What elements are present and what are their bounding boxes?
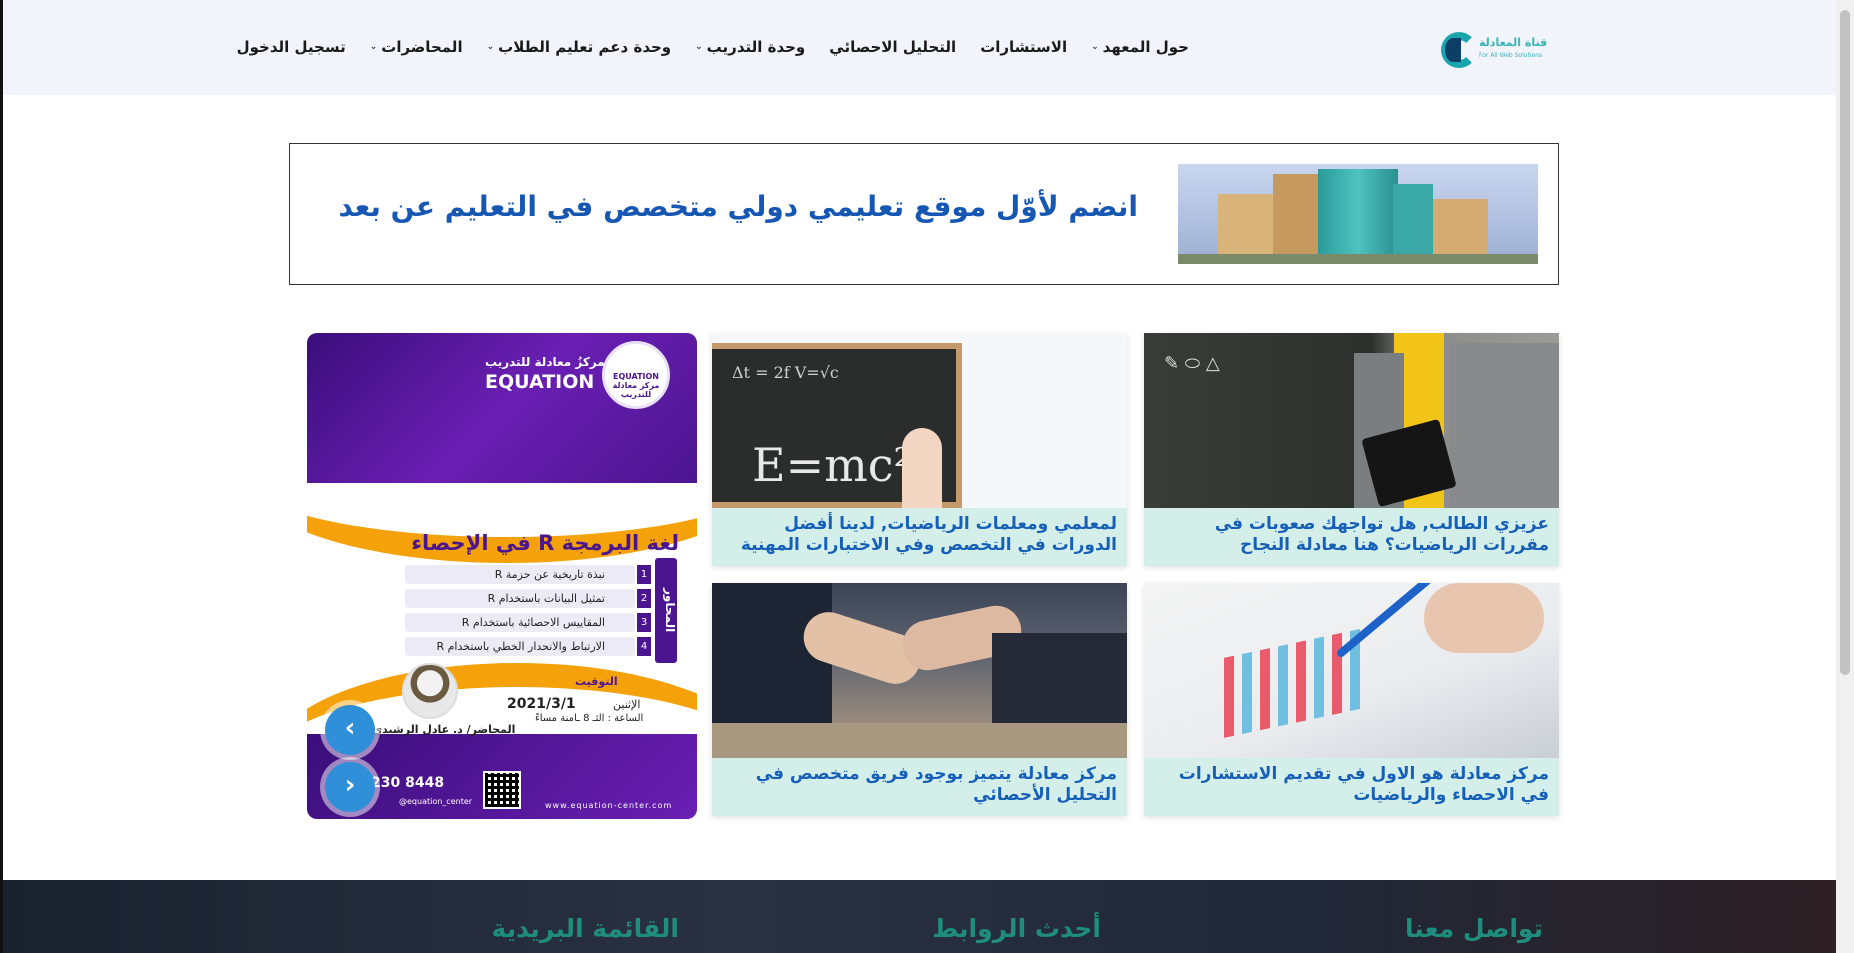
logo-text: قناة المعادلة (1479, 36, 1548, 49)
nav-login-label: تسجيل الدخول (236, 38, 346, 56)
site-header: قناة المعادلة For All Web Solutions حول … (3, 0, 1839, 95)
promo-banner: انضم لأوّل موقع تعليمي دولي متخصص في الت… (289, 143, 1559, 285)
footer-heading-links: أحدث الروابط (932, 914, 1101, 943)
nav-about[interactable]: حول المعهد ⌄ (1091, 38, 1189, 56)
nav-lectures-label: المحاضرات (381, 38, 463, 56)
poster-topic: نبذة تاريخية عن حزمة R (405, 565, 635, 584)
poster-heading: لغة البرمجة R في الإحصاء (411, 531, 679, 555)
card-consulting[interactable]: مركز معادلة هو الاول في تقديم الاستشارات… (1144, 583, 1559, 816)
nav-student-support-label: وحدة دعم تعليم الطلاب (498, 38, 672, 56)
poster-timing-label: التوقيت (575, 675, 618, 688)
chevron-down-icon: ⌄ (695, 42, 703, 52)
poster-topic: تمثيل البيانات باستخدام R (405, 589, 635, 608)
slider-next-button[interactable]: › (325, 705, 375, 755)
logo-tagline: For All Web Solutions (1479, 52, 1543, 59)
poster-topic: الارتباط والانحدار الخطي باستخدام R (405, 637, 635, 656)
poster-logo: EQUATION مركز معادلة للتدريب (602, 341, 670, 409)
poster-axis-label: المحاور (655, 558, 677, 663)
topic-number: 4 (637, 637, 651, 656)
lecturer-avatar (402, 663, 458, 719)
poster-lecturer: المحاضر/ د. عادل الرشيدي (372, 723, 516, 736)
main-nav: حول المعهد ⌄ الاستشارات التحليل الاحصائي… (237, 38, 1189, 56)
card-title: مركز معادلة يتميز بوجود فريق متخصص في ال… (755, 764, 1117, 805)
chevron-down-icon: ⌄ (486, 42, 495, 52)
banner-title: انضم لأوّل موقع تعليمي دولي متخصص في الت… (338, 190, 1138, 223)
nav-training[interactable]: وحدة التدريب ⌄ (695, 38, 805, 56)
card-image-emc2-board: E=mc² Δt = 2f V=√c (712, 333, 1127, 508)
card-image-handshake (712, 583, 1127, 758)
chevron-down-icon: ⌄ (369, 42, 378, 52)
nav-lectures[interactable]: المحاضرات ⌄ (370, 38, 463, 56)
card-title: عزيزي الطالب, هل تواجهك صعوبات في مقررات… (1214, 514, 1549, 555)
nav-login[interactable]: تسجيل الدخول (237, 38, 346, 56)
qr-code-icon (483, 771, 521, 809)
building-image (1178, 164, 1538, 264)
footer-heading-newsletter: القائمة البريدية (491, 914, 679, 943)
site-logo[interactable]: قناة المعادلة For All Web Solutions (1441, 28, 1548, 72)
page-scrollbar[interactable] (1836, 0, 1854, 953)
footer-heading-contact: تواصل معنا (1405, 914, 1543, 943)
poster-topic: المقاييس الاحصائية باستخدام R (405, 613, 635, 632)
scrollbar-thumb[interactable] (1840, 10, 1850, 675)
poster-website: www.equation-center.com (545, 801, 673, 810)
poster-time: الساعة : الثـ 8 ـامنة مساءً (535, 713, 644, 724)
card-title: مركز معادلة هو الاول في تقديم الاستشارات… (1178, 764, 1549, 805)
nav-student-support[interactable]: وحدة دعم تعليم الطلاب ⌄ (487, 38, 672, 56)
card-image-chalkboard-person: △ ⬭ ✎ (1144, 333, 1559, 508)
poster-date: 2021/3/1 (507, 696, 576, 712)
poster-day: الإثنين (613, 698, 641, 711)
card-students[interactable]: △ ⬭ ✎ عزيزي الطالب, هل تواجهك صعوبات في … (1144, 333, 1559, 566)
topic-number: 2 (637, 589, 651, 608)
poster-phone: 230 8448 (371, 775, 445, 791)
topic-number: 1 (637, 565, 651, 584)
poster-social-handle: @equation_center (399, 797, 473, 806)
card-title: لمعلمي ومعلمات الرياضيات, لدينا أفضل الد… (740, 514, 1117, 555)
nav-statistical-analysis-label: التحليل الاحصائي (829, 38, 957, 56)
poster-brand-ar: مركزُ معادلة للتدريب (485, 355, 605, 369)
card-teachers[interactable]: E=mc² Δt = 2f V=√c لمعلمي ومعلمات الرياض… (712, 333, 1127, 566)
nav-training-label: وحدة التدريب (706, 38, 806, 56)
nav-consultations-label: الاستشارات (980, 38, 1068, 56)
card-image-charts-paper (1144, 583, 1559, 758)
chevron-down-icon: ⌄ (1091, 42, 1099, 52)
nav-about-label: حول المعهد (1102, 38, 1189, 56)
logo-mark-icon (1445, 38, 1461, 62)
site-footer: تواصل معنا أحدث الروابط القائمة البريدية (3, 880, 1839, 953)
nav-consultations[interactable]: الاستشارات (980, 38, 1067, 56)
slider-prev-button[interactable]: ‹ (325, 762, 375, 812)
card-analysis-team[interactable]: مركز معادلة يتميز بوجود فريق متخصص في ال… (712, 583, 1127, 816)
poster-brand-en: EQUATION (485, 371, 595, 393)
topic-number: 3 (637, 613, 651, 632)
nav-statistical-analysis[interactable]: التحليل الاحصائي (829, 38, 956, 56)
